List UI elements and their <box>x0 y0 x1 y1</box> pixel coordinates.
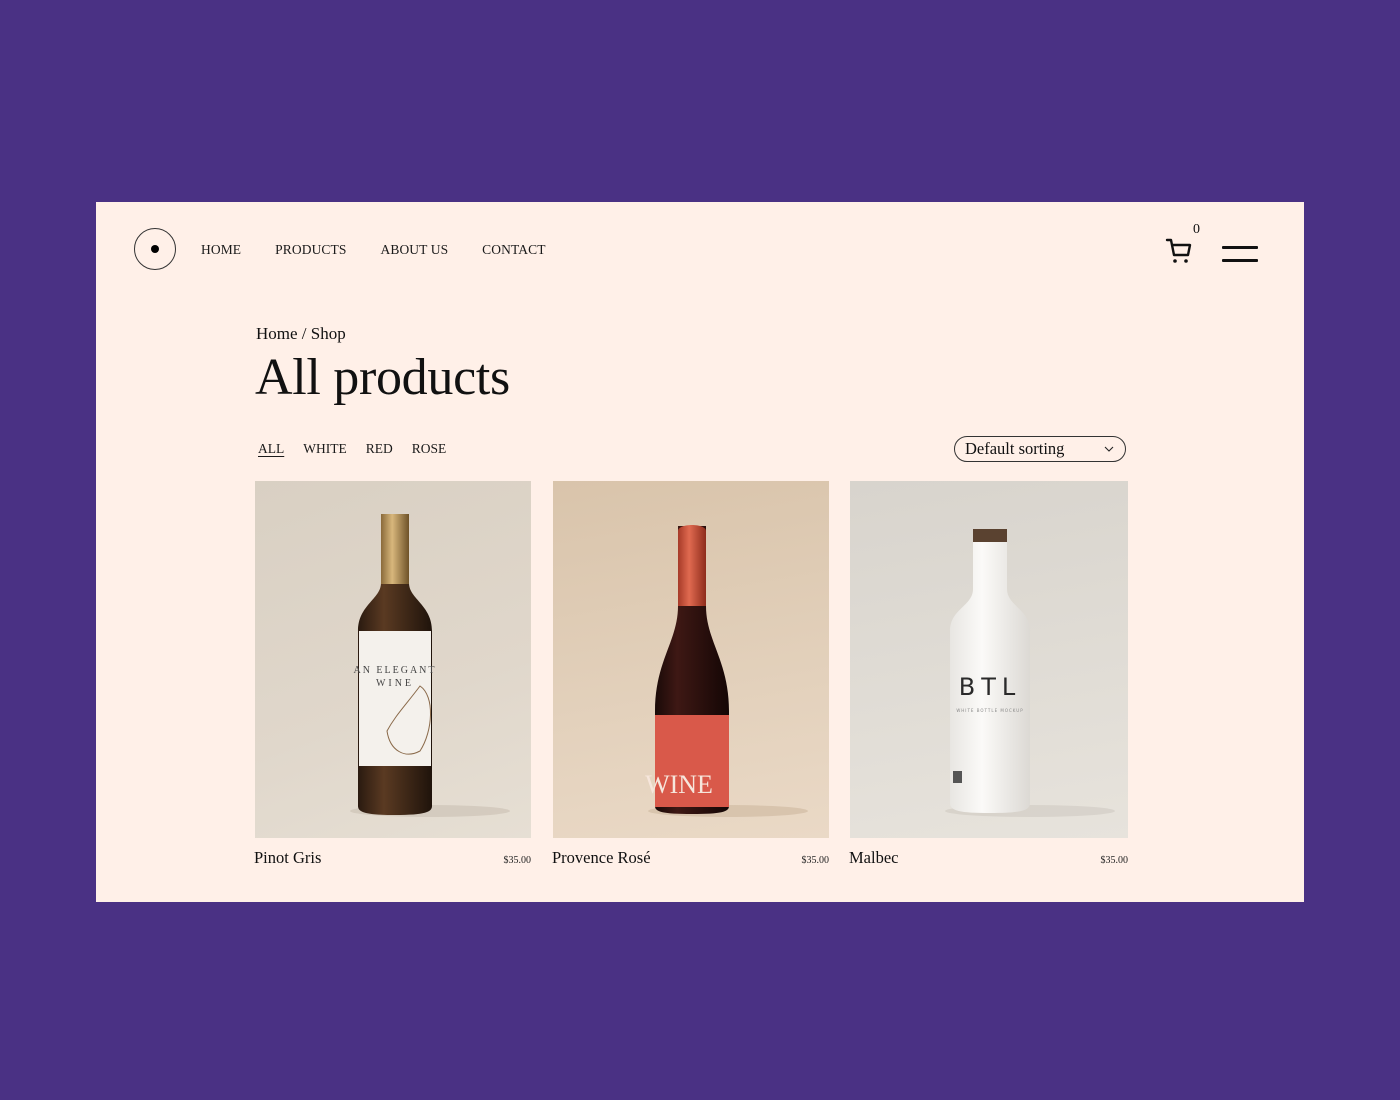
bottle-label-text: WHITE BOTTLE MOCKUP <box>956 708 1023 713</box>
product-name[interactable]: Malbec <box>849 848 898 868</box>
main-nav: HOME PRODUCTS ABOUT US CONTACT <box>201 242 580 258</box>
product-image[interactable]: BTL WHITE BOTTLE MOCKUP <box>850 481 1128 838</box>
chevron-down-icon <box>1104 446 1114 452</box>
logo-icon[interactable] <box>134 228 176 270</box>
filter-all[interactable]: ALL <box>258 441 284 457</box>
bottle-label-text: WINE <box>376 678 414 689</box>
product-image[interactable]: AN ELEGANT WINE <box>255 481 531 838</box>
nav-about-us[interactable]: ABOUT US <box>380 242 448 258</box>
product-price: $35.00 <box>1100 855 1129 866</box>
product-card: AN ELEGANT WINE Pinot Gris $35.00 <box>254 481 532 868</box>
menu-line <box>1222 259 1258 262</box>
cart-count-badge: 0 <box>1193 222 1200 237</box>
page-title: All products <box>255 349 510 406</box>
breadcrumb: Home / Shop <box>256 324 346 344</box>
filter-red[interactable]: RED <box>366 441 393 457</box>
shop-page: HOME PRODUCTS ABOUT US CONTACT 0 Home / … <box>96 202 1304 902</box>
product-name[interactable]: Pinot Gris <box>254 848 321 868</box>
product-meta: Pinot Gris $35.00 <box>254 848 532 868</box>
product-image[interactable]: WINE <box>553 481 829 838</box>
filter-rose[interactable]: ROSE <box>412 441 447 457</box>
bottle-label-text: BTL <box>959 673 1022 701</box>
wine-bottle-image: AN ELEGANT WINE <box>350 514 510 817</box>
product-price: $35.00 <box>801 855 830 866</box>
shopping-cart-icon[interactable] <box>1165 236 1197 266</box>
nav-home[interactable]: HOME <box>201 242 241 258</box>
bottle-label-text: WINE <box>645 770 713 799</box>
hamburger-menu-icon[interactable] <box>1222 246 1258 264</box>
breadcrumb-home[interactable]: Home <box>256 324 298 343</box>
sort-select[interactable]: Default sorting <box>954 436 1126 462</box>
bottle-label-text: AN ELEGANT <box>353 665 436 676</box>
wine-bottle-image: BTL WHITE BOTTLE MOCKUP <box>945 529 1115 817</box>
category-filters: ALL WHITE RED ROSE <box>258 441 465 457</box>
menu-line <box>1222 246 1258 249</box>
logo-dot <box>151 245 159 253</box>
product-meta: Provence Rosé $35.00 <box>552 848 830 868</box>
wine-bottle-image: WINE <box>645 525 808 817</box>
breadcrumb-current: Shop <box>310 324 346 343</box>
breadcrumb-separator: / <box>297 324 311 343</box>
nav-contact[interactable]: CONTACT <box>482 242 545 258</box>
product-meta: Malbec $35.00 <box>849 848 1129 868</box>
filter-white[interactable]: WHITE <box>303 441 346 457</box>
nav-products[interactable]: PRODUCTS <box>275 242 346 258</box>
product-price: $35.00 <box>503 855 532 866</box>
sort-selected-value: Default sorting <box>965 439 1065 458</box>
product-card: BTL WHITE BOTTLE MOCKUP Malbec $35.00 <box>849 481 1129 868</box>
product-name[interactable]: Provence Rosé <box>552 848 651 868</box>
product-card: WINE Provence Rosé $35.00 <box>552 481 830 868</box>
